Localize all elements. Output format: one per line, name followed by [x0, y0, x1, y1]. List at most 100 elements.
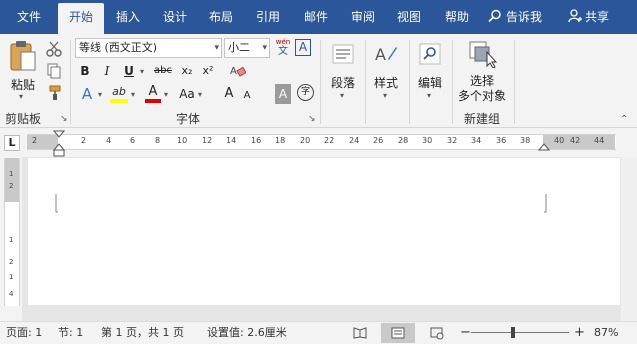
underline-button[interactable]: U: [121, 61, 137, 81]
vertical-scrollbar[interactable]: [621, 157, 637, 321]
text-effects-button[interactable]: A: [77, 84, 97, 104]
clear-formatting-button[interactable]: A: [229, 63, 247, 79]
vruler-tick: 1: [9, 170, 14, 178]
paragraph-button[interactable]: [328, 40, 358, 68]
zoom-slider-track[interactable]: [471, 332, 569, 333]
strikethrough-button[interactable]: abc: [152, 61, 174, 81]
font-group-label: 字体: [175, 112, 200, 126]
shrink-font-button[interactable]: A: [240, 86, 254, 106]
document-page[interactable]: [28, 158, 620, 305]
search-icon: [488, 9, 501, 23]
zoom-slider-thumb[interactable]: [511, 327, 515, 338]
chevron-down-icon[interactable]: ▾: [383, 91, 387, 100]
subscript-button[interactable]: x₂: [178, 61, 196, 81]
enclose-characters-button[interactable]: 字: [297, 84, 314, 101]
font-color-button[interactable]: A: [145, 84, 161, 104]
vruler-top-margin: [5, 158, 19, 202]
chevron-down-icon[interactable]: ▾: [198, 90, 202, 99]
ruler-tick: 10: [177, 136, 188, 145]
tab-mailings[interactable]: 邮件: [292, 0, 340, 34]
format-painter-icon: [49, 85, 61, 100]
zoom-out-button[interactable]: −: [460, 322, 471, 344]
chevron-down-icon[interactable]: ▾: [19, 92, 23, 101]
tab-references[interactable]: 引用: [244, 0, 292, 34]
tab-file[interactable]: 文件: [0, 0, 58, 34]
zoom-in-button[interactable]: +: [574, 322, 585, 344]
status-page[interactable]: 页面: 1: [6, 322, 42, 344]
clipboard-group-label: 剪贴板: [4, 112, 41, 126]
tab-insert[interactable]: 插入: [106, 0, 150, 34]
paste-label: 粘贴: [10, 78, 35, 92]
ruler-tick: 14: [226, 136, 237, 145]
ruler-tick: 24: [349, 136, 360, 145]
phonetic-guide-button[interactable]: wén 文: [274, 38, 292, 58]
indent-marker-icon[interactable]: [53, 130, 65, 158]
editing-button[interactable]: [415, 40, 445, 68]
bold-button[interactable]: B: [77, 61, 93, 81]
ruler-tick: 36: [496, 136, 507, 145]
tab-view[interactable]: 视图: [386, 0, 432, 34]
right-indent-marker-icon[interactable]: [538, 140, 550, 152]
grow-font-button[interactable]: A: [221, 84, 237, 104]
tab-selector-button[interactable]: L: [4, 135, 20, 151]
format-painter-button[interactable]: [44, 84, 64, 102]
ruler-tick: 2: [81, 136, 87, 145]
tell-me-box[interactable]: 告诉我: [488, 0, 542, 34]
share-button[interactable]: 共享: [568, 0, 609, 34]
character-shading-button[interactable]: A: [275, 84, 291, 104]
copy-icon: [47, 63, 61, 79]
highlight-button[interactable]: ab: [110, 84, 128, 104]
group-divider: [514, 40, 515, 124]
top-right-crop-mark: [544, 194, 547, 213]
print-layout-button[interactable]: [381, 323, 415, 343]
chevron-down-icon: ▾: [214, 43, 219, 53]
vruler-tick: 1: [9, 236, 14, 244]
tab-help[interactable]: 帮助: [434, 0, 480, 34]
chevron-down-icon[interactable]: ▾: [98, 90, 102, 99]
select-objects-button[interactable]: [465, 40, 499, 68]
chevron-down-icon[interactable]: ▾: [164, 90, 168, 99]
collapse-ribbon-icon[interactable]: ⌃: [620, 114, 628, 125]
font-color-glyph: A: [148, 84, 158, 99]
paste-icon: [10, 41, 36, 71]
ruler-tick: 22: [324, 136, 335, 145]
dialog-launcher-icon[interactable]: ↘: [308, 114, 316, 124]
select-objects-icon: [469, 41, 497, 68]
web-layout-icon[interactable]: [430, 327, 444, 340]
paste-button[interactable]: [8, 38, 38, 74]
dialog-launcher-icon[interactable]: ↘: [60, 114, 68, 124]
vruler-tick: 2: [9, 258, 14, 266]
styles-button[interactable]: A: [371, 40, 401, 68]
change-case-button[interactable]: Aa: [177, 84, 197, 104]
tab-layout[interactable]: 布局: [198, 0, 244, 34]
read-mode-icon[interactable]: [353, 327, 367, 339]
chevron-down-icon[interactable]: ▾: [140, 67, 144, 76]
chevron-down-icon: ▾: [262, 43, 267, 53]
vertical-ruler[interactable]: 1 2 1 2 1 4: [4, 158, 20, 306]
chevron-down-icon[interactable]: ▾: [427, 91, 431, 100]
copy-button[interactable]: [44, 62, 64, 80]
character-border-button[interactable]: A: [295, 39, 311, 56]
tab-home[interactable]: 开始: [58, 3, 104, 34]
status-section[interactable]: 节: 1: [58, 322, 83, 344]
italic-button[interactable]: I: [99, 61, 115, 81]
styles-label: 样式: [373, 76, 398, 90]
svg-text:A: A: [375, 45, 386, 64]
tab-review[interactable]: 审阅: [340, 0, 386, 34]
font-size-select[interactable]: 小二 ▾: [224, 38, 270, 58]
font-color-bar: [145, 99, 161, 103]
chevron-down-icon[interactable]: ▾: [131, 90, 135, 99]
status-page-count[interactable]: 第 1 页，共 1 页: [101, 322, 184, 344]
cut-button[interactable]: [44, 40, 64, 58]
superscript-button[interactable]: x²: [199, 61, 217, 81]
chevron-down-icon[interactable]: ▾: [340, 91, 344, 100]
ruler-tick: 32: [447, 136, 458, 145]
tab-design[interactable]: 设计: [152, 0, 198, 34]
horizontal-ruler[interactable]: 2 2 4 6 8 10 12 14 16 18 20 22 24 26 28 …: [27, 134, 616, 150]
font-name-select[interactable]: 等线 (西文正文) ▾: [75, 38, 222, 58]
vruler-tick: 1: [9, 273, 14, 281]
zoom-level[interactable]: 87%: [594, 322, 618, 344]
styles-icon: A: [375, 45, 397, 64]
svg-text:A: A: [230, 66, 237, 77]
ruler-tick: 16: [251, 136, 262, 145]
